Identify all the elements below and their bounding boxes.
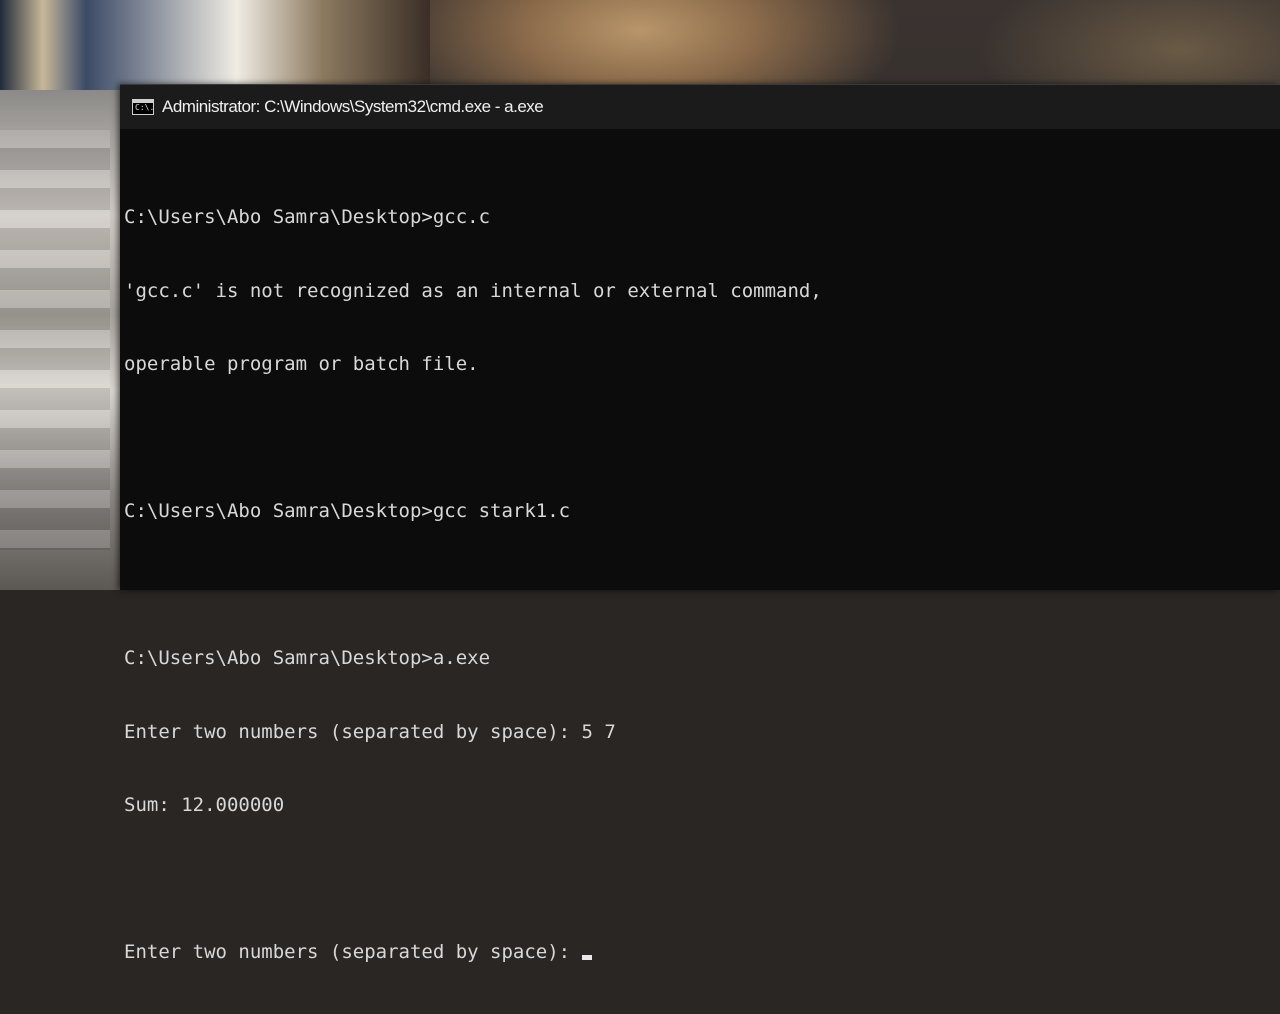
console-line: C:\Users\Abo Samra\Desktop>a.exe (124, 647, 491, 669)
console-line: Enter two numbers (separated by space): … (124, 720, 616, 743)
console-line: operable program or batch file. (124, 353, 479, 375)
console-line: 'gcc.c' is not recognized as an internal… (124, 279, 822, 302)
console-line: C:\Users\Abo Samra\Desktop>gcc.c (124, 206, 491, 228)
wallpaper-image-top (0, 0, 430, 90)
text-cursor (581, 955, 592, 960)
console-input-line[interactable]: Enter two numbers (separated by space): (124, 940, 1280, 965)
wallpaper-image-left (0, 90, 140, 590)
cmd-icon[interactable]: C:\. (132, 99, 154, 115)
console-prompt: Enter two numbers (separated by space): (124, 941, 582, 963)
console-output[interactable]: C:\Users\Abo Samra\Desktop>gcc.c 'gcc.c'… (120, 129, 1280, 1014)
window-title: Administrator: C:\Windows\System32\cmd.e… (162, 97, 544, 116)
window-titlebar[interactable]: C:\. Administrator: C:\Windows\System32\… (120, 84, 1280, 129)
console-line: Sum: 12.000000 (124, 794, 285, 816)
cmd-window[interactable]: C:\. Administrator: C:\Windows\System32\… (120, 84, 1280, 963)
cmd-icon-glyph: C:\. (135, 103, 155, 112)
console-line: C:\Users\Abo Samra\Desktop>gcc stark1.c (124, 500, 571, 522)
